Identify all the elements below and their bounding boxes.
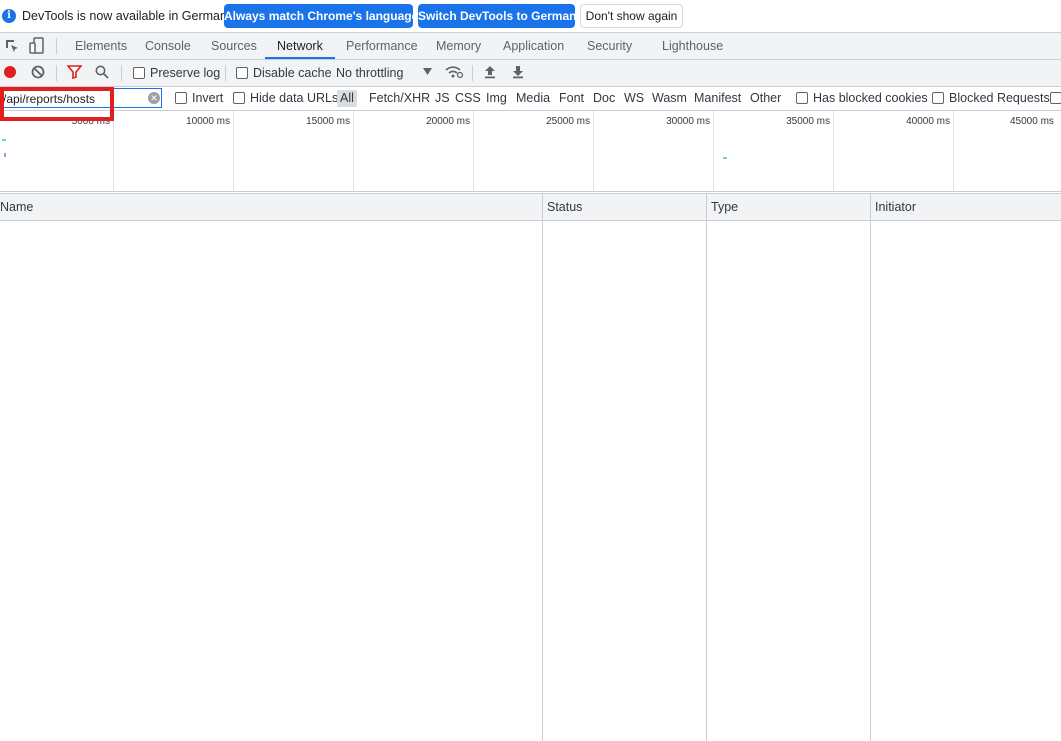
toolbar-divider xyxy=(121,65,122,81)
timeline-tick-label: 15000 ms xyxy=(306,116,350,127)
preserve-log-label: Preserve log xyxy=(150,66,221,80)
device-toolbar-icon[interactable] xyxy=(29,37,45,55)
clear-filter-icon[interactable]: ✕ xyxy=(148,92,160,104)
type-filter-img[interactable]: Img xyxy=(486,91,507,105)
type-filter-other[interactable]: Other xyxy=(750,91,781,105)
column-header-type[interactable]: Type xyxy=(711,200,738,214)
toolbar-divider xyxy=(225,65,226,81)
timeline-overview[interactable]: 5000 ms 10000 ms 15000 ms 20000 ms 25000… xyxy=(0,111,1061,192)
type-filter-wasm[interactable]: Wasm xyxy=(652,91,687,105)
dont-show-again-button[interactable]: Don't show again xyxy=(580,4,683,28)
timeline-gridline xyxy=(233,111,234,191)
highlight-annotation xyxy=(0,87,114,121)
tab-console[interactable]: Console xyxy=(145,33,191,59)
infobar-message: DevTools is now available in German! xyxy=(22,9,231,23)
blocked-requests-checkbox[interactable] xyxy=(932,92,944,104)
filter-bar: /api/reports/hosts ✕ Invert Hide data UR… xyxy=(0,87,1061,111)
tab-divider xyxy=(56,38,57,54)
column-header-status[interactable]: Status xyxy=(547,200,582,214)
type-filter-css[interactable]: CSS xyxy=(455,91,481,105)
timeline-gridline xyxy=(833,111,834,191)
always-match-language-button[interactable]: Always match Chrome's language xyxy=(224,4,418,28)
language-infobar: i DevTools is now available in German! A… xyxy=(0,0,1061,33)
switch-to-german-button[interactable]: Switch DevTools to German xyxy=(418,4,576,28)
download-har-icon[interactable] xyxy=(512,65,524,79)
type-filter-ws[interactable]: WS xyxy=(624,91,644,105)
toolbar-divider xyxy=(56,65,57,81)
hide-data-urls-checkbox[interactable] xyxy=(233,92,245,104)
timeline-gridline xyxy=(473,111,474,191)
info-icon: i xyxy=(2,9,16,23)
timeline-gridline xyxy=(713,111,714,191)
blocked-requests-label: Blocked Requests xyxy=(949,91,1050,105)
timeline-gridline xyxy=(113,111,114,191)
invert-label: Invert xyxy=(192,91,224,105)
timeline-gridline xyxy=(593,111,594,191)
timeline-gridline xyxy=(353,111,354,191)
type-filter-font[interactable]: Font xyxy=(559,91,584,105)
requests-table-body[interactable] xyxy=(0,220,1061,741)
search-icon[interactable] xyxy=(95,65,109,79)
filter-icon[interactable] xyxy=(67,65,82,79)
devtools-tab-bar: Elements Console Sources Network Perform… xyxy=(0,33,1061,60)
timeline-request-mark xyxy=(2,139,6,141)
chevron-down-icon[interactable] xyxy=(423,68,432,76)
tab-memory[interactable]: Memory xyxy=(436,33,481,59)
timeline-tick-label: 30000 ms xyxy=(666,116,710,127)
timeline-tick-label: 25000 ms xyxy=(546,116,590,127)
type-filter-media[interactable]: Media xyxy=(516,91,550,105)
column-header-initiator[interactable]: Initiator xyxy=(875,200,916,214)
tab-performance[interactable]: Performance xyxy=(346,33,418,59)
upload-har-icon[interactable] xyxy=(484,65,496,79)
tab-lighthouse[interactable]: Lighthouse xyxy=(662,33,723,59)
column-header-name[interactable]: Name xyxy=(0,200,33,214)
tab-application[interactable]: Application xyxy=(503,33,564,59)
timeline-tick-label: 20000 ms xyxy=(426,116,470,127)
tab-elements[interactable]: Elements xyxy=(75,33,127,59)
clear-icon[interactable] xyxy=(31,65,45,79)
timeline-tick-label: 10000 ms xyxy=(186,116,230,127)
tab-sources[interactable]: Sources xyxy=(211,33,257,59)
record-icon[interactable] xyxy=(3,65,17,79)
type-filter-doc[interactable]: Doc xyxy=(593,91,615,105)
network-toolbar: Preserve log Disable cache No throttling xyxy=(0,60,1061,87)
requests-table-header: Name Status Type Initiator xyxy=(0,193,1061,221)
type-filter-fetch-xhr[interactable]: Fetch/XHR xyxy=(369,91,430,105)
preserve-log-checkbox[interactable] xyxy=(133,67,145,79)
network-conditions-icon[interactable] xyxy=(445,65,463,79)
tab-security[interactable]: Security xyxy=(587,33,632,59)
timeline-request-mark xyxy=(723,157,727,159)
type-filter-manifest[interactable]: Manifest xyxy=(694,91,741,105)
inspect-element-icon[interactable] xyxy=(4,38,20,54)
has-blocked-cookies-checkbox[interactable] xyxy=(796,92,808,104)
type-filter-js[interactable]: JS xyxy=(435,91,450,105)
throttling-select[interactable]: No throttling xyxy=(336,66,403,80)
timeline-tick-label: 35000 ms xyxy=(786,116,830,127)
timeline-request-mark xyxy=(4,153,6,157)
disable-cache-checkbox[interactable] xyxy=(236,67,248,79)
third-party-requests-checkbox[interactable] xyxy=(1050,92,1061,104)
timeline-tick-label: 45000 ms xyxy=(1010,116,1054,127)
type-filter-all[interactable]: All xyxy=(337,90,357,107)
hide-data-urls-label: Hide data URLs xyxy=(250,91,339,105)
has-blocked-cookies-label: Has blocked cookies xyxy=(813,91,928,105)
timeline-tick-label: 40000 ms xyxy=(906,116,950,127)
tab-network[interactable]: Network xyxy=(265,33,335,59)
toolbar-divider xyxy=(472,65,473,81)
timeline-gridline xyxy=(953,111,954,191)
disable-cache-label: Disable cache xyxy=(253,66,332,80)
invert-checkbox[interactable] xyxy=(175,92,187,104)
